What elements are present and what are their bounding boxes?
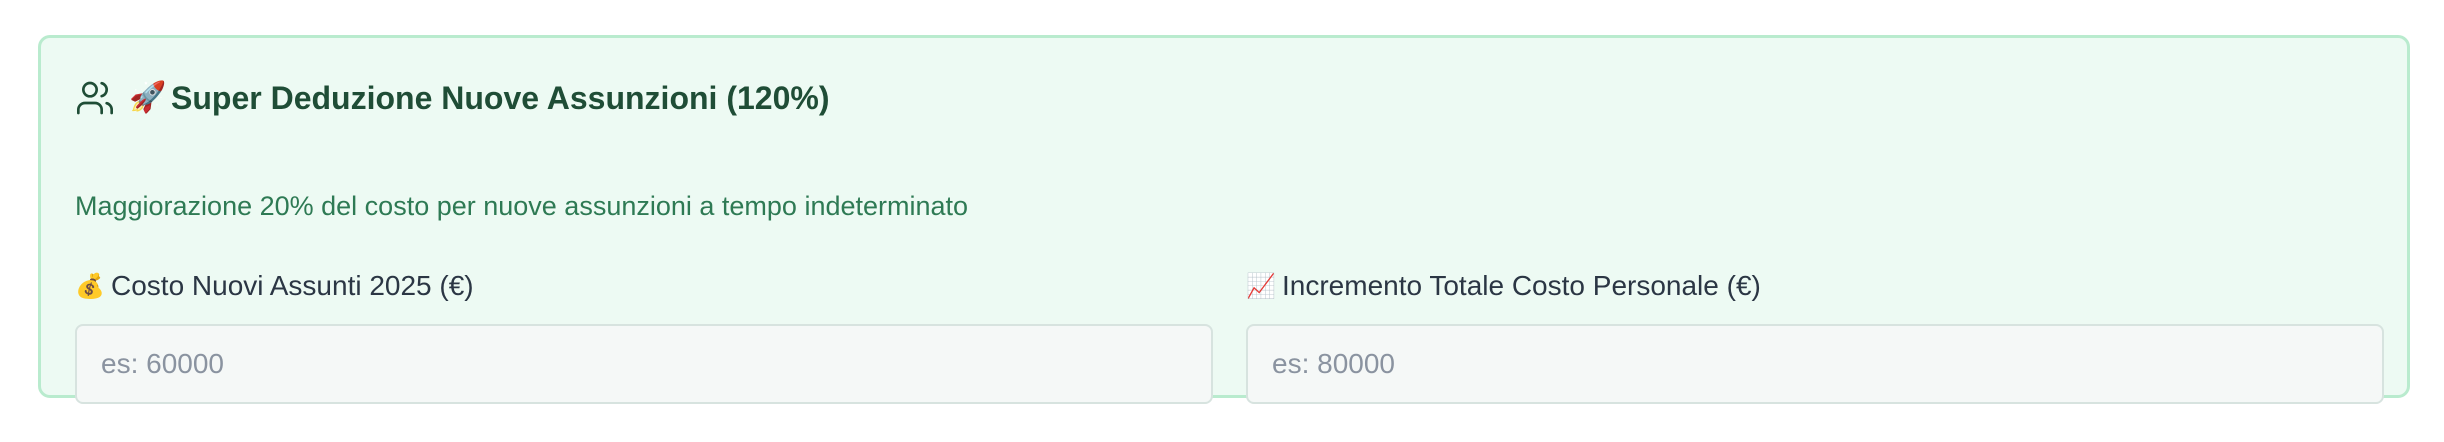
section-description: Maggiorazione 20% del costo per nuove as… (75, 191, 969, 221)
section-title: Super Deduzione Nuove Assunzioni (120%) (171, 79, 830, 116)
new-hires-cost-input[interactable] (75, 324, 1213, 404)
staff-cost-increase-label: 📈 Incremento Totale Costo Personale (€) (1246, 266, 2384, 306)
new-hires-cost-label-text: Costo Nuovi Assunti 2025 (€) (111, 270, 474, 301)
super-deduction-card: 🚀 Super Deduzione Nuove Assunzioni (120%… (38, 35, 2410, 404)
staff-cost-increase-input[interactable] (1246, 324, 2384, 404)
staff-cost-increase-label-text: Incremento Totale Costo Personale (€) (1282, 270, 1761, 301)
rocket-icon: 🚀 (129, 80, 167, 115)
users-icon (75, 78, 115, 118)
chart-increasing-icon: 📈 (1246, 272, 1276, 300)
staff-cost-increase-field: 📈 Incremento Totale Costo Personale (€) (1246, 266, 2384, 404)
section-header: 🚀 Super Deduzione Nuove Assunzioni (120%… (75, 76, 829, 120)
new-hires-cost-label: 💰 Costo Nuovi Assunti 2025 (€) (75, 266, 1213, 306)
money-bag-icon: 💰 (75, 272, 105, 300)
new-hires-cost-field: 💰 Costo Nuovi Assunti 2025 (€) (75, 266, 1213, 404)
